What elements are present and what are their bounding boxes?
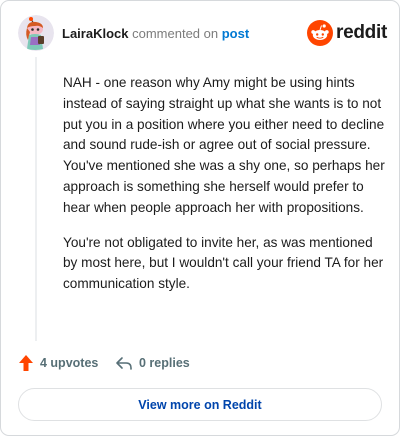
reply-count: 0 replies [139,356,190,370]
reply-arrow-icon [116,357,132,370]
comment-header: LairaKlock commented on post reddit [18,15,387,51]
upvote-button[interactable]: 4 upvotes [18,353,98,373]
user-avatar[interactable] [18,15,54,51]
comment-actions: 4 upvotes 0 replies [18,353,378,373]
reddit-logo-icon [307,20,333,46]
replies-button[interactable]: 0 replies [115,353,190,373]
comment-byline: LairaKlock commented on post [62,26,249,42]
byline-verb: commented on [132,26,219,41]
upvote-count: 4 upvotes [40,356,99,370]
comment-body: NAH - one reason why Amy might be using … [63,73,385,309]
comment-embed-card: LairaKlock commented on post reddit NAH … [0,0,400,436]
reddit-logo[interactable]: reddit [307,20,387,46]
comment-paragraph: NAH - one reason why Amy might be using … [63,75,385,215]
reddit-wordmark: reddit [336,22,387,43]
username-link[interactable]: LairaKlock [62,26,128,41]
upvote-arrow-icon [19,355,33,371]
comment-paragraph: You're not obligated to invite her, as w… [63,234,384,292]
avatar-snoo-icon [18,15,54,51]
thread-line[interactable] [35,57,37,341]
post-link[interactable]: post [222,26,249,41]
view-more-button[interactable]: View more on Reddit [18,388,382,421]
